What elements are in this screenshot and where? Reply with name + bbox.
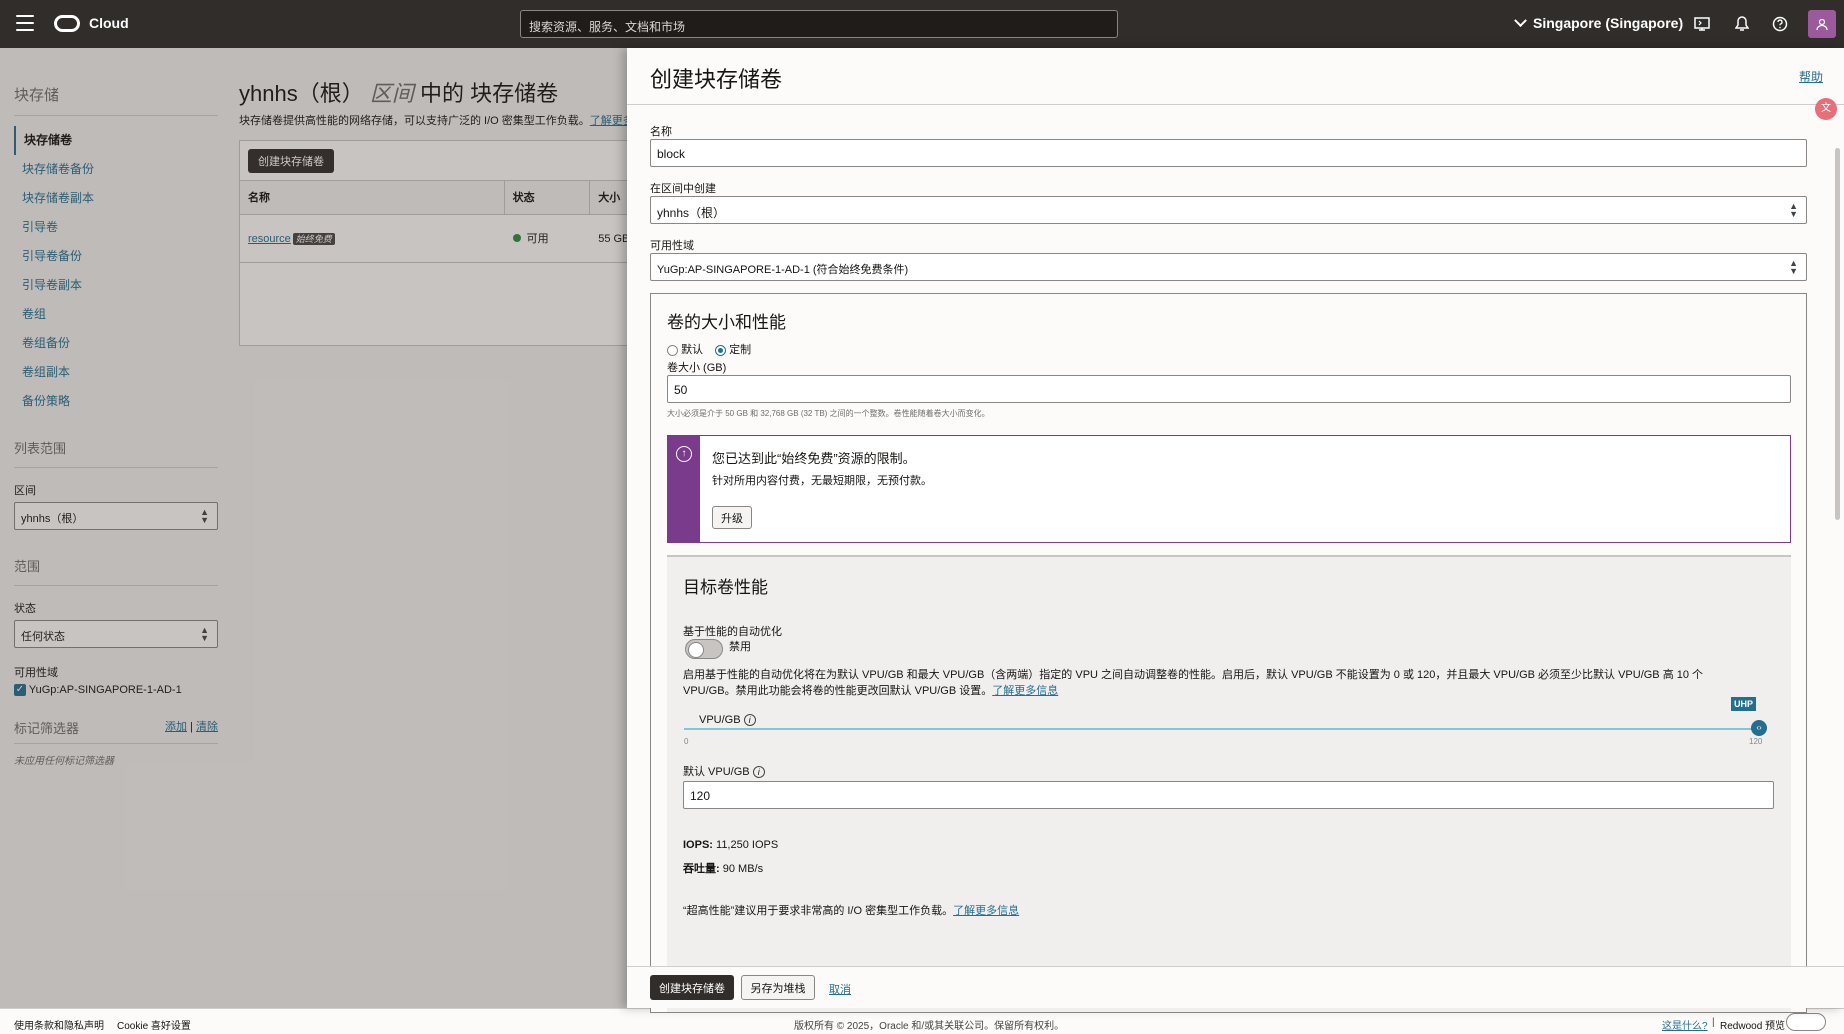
updown-icon: ▲ ▼: [1789, 258, 1798, 276]
ad-select[interactable]: YuGp:AP-SINGAPORE-1-AD-1 (符合始终免费条件) ▲ ▼: [650, 253, 1807, 281]
region-selector[interactable]: Singapore (Singapore): [1514, 13, 1684, 31]
default-vpu-input[interactable]: 120: [683, 781, 1774, 809]
slider-min: 0: [684, 737, 689, 746]
iops-line: IOPS: 11,250 IOPS: [683, 839, 778, 851]
hamburger-menu-icon[interactable]: [16, 15, 34, 31]
info-icon[interactable]: i: [752, 766, 765, 779]
vpu-slider-track[interactable]: [684, 728, 1758, 730]
oracle-logo-icon[interactable]: [54, 15, 80, 32]
search-input[interactable]: 搜索资源、服务、文档和市场: [520, 10, 1118, 38]
throughput-value: 90 MB/s: [722, 863, 764, 875]
save-as-stack-button[interactable]: 另存为堆栈: [741, 975, 815, 1000]
drawer-action-bar: 创建块存储卷 另存为堆栈 取消: [627, 966, 1844, 1008]
iops-label: IOPS:: [683, 839, 713, 851]
chevron-down-icon: [1514, 13, 1527, 27]
radio-default-label: 默认: [681, 344, 704, 356]
size-section-title: 卷的大小和性能: [667, 313, 786, 332]
create-volume-drawer: 创建块存储卷 帮助 文 名称 block 在区间中创建 yhnhs（根） ▲ ▼ 可…: [627, 48, 1844, 1013]
help-link[interactable]: 帮助: [1799, 68, 1823, 85]
compartment-label: 在区间中创建: [650, 183, 716, 195]
autotune-desc-2: VPU/GB。禁用此功能会将卷的性能更改回默认 VPU/GB 设置。: [683, 685, 993, 697]
radio-custom-icon: [715, 344, 727, 356]
radio-custom[interactable]: 定制: [715, 341, 751, 357]
cookie-link[interactable]: Cookie 喜好设置: [117, 1017, 191, 1032]
target-performance-section: 目标卷性能 基于性能的自动优化 禁用 启用基于性能的自动优化将在为默认 VPU/…: [667, 555, 1791, 1012]
translate-icon[interactable]: 文: [1815, 98, 1837, 120]
cloud-shell-icon[interactable]: [1692, 14, 1712, 34]
vpu-slider-thumb[interactable]: ‹›: [1751, 720, 1767, 736]
updown-icon: ▲ ▼: [1789, 201, 1798, 219]
redwood-label: Redwood 预览: [1720, 1021, 1786, 1032]
autotune-state: 禁用: [729, 641, 751, 653]
vpu-label-text: VPU/GB: [699, 714, 741, 726]
autotune-toggle[interactable]: [685, 639, 723, 659]
ad-value: YuGp:AP-SINGAPORE-1-AD-1 (符合始终免费条件): [657, 264, 909, 276]
size-performance-panel: 卷的大小和性能 默认 定制 卷大小 (GB) 50 大小必须是介于 50 GB …: [650, 293, 1807, 1013]
whats-this-link[interactable]: 这是什么?: [1662, 1017, 1708, 1032]
help-icon[interactable]: [1770, 14, 1790, 34]
modal-overlay[interactable]: [0, 48, 627, 1008]
create-volume-button[interactable]: 创建块存储卷: [650, 975, 734, 1000]
name-input[interactable]: block: [650, 139, 1807, 167]
ad-label: 可用性域: [650, 240, 694, 252]
default-vpu-label-text: 默认 VPU/GB: [683, 766, 750, 778]
uhp-learn-more-link[interactable]: 了解更多信息: [953, 905, 1019, 917]
drawer-title: 创建块存储卷: [650, 67, 783, 92]
notice-bar: ↑: [668, 436, 700, 542]
vpu-slider-label: VPU/GB i: [699, 714, 756, 727]
size-mode-radios: 默认 定制: [667, 341, 751, 357]
perf-title: 目标卷性能: [683, 578, 768, 597]
notice-title: 您已达到此“始终免费”资源的限制。: [712, 451, 916, 466]
autotune-description: 启用基于性能的自动优化将在为默认 VPU/GB 和最大 VPU/GB（含两端）指…: [683, 667, 1778, 699]
compartment-value: yhnhs（根）: [657, 206, 726, 220]
brand-name[interactable]: Cloud: [89, 15, 129, 31]
compartment-select[interactable]: yhnhs（根） ▲ ▼: [650, 196, 1807, 224]
autotune-learn-more-link[interactable]: 了解更多信息: [992, 685, 1058, 697]
iops-value: 11,250 IOPS: [716, 839, 779, 851]
throughput-line: 吞吐量: 90 MB/s: [683, 860, 763, 876]
divider: [627, 104, 1844, 105]
autotune-label: 基于性能的自动优化: [683, 626, 782, 638]
redwood-toggle[interactable]: [1786, 1013, 1826, 1031]
radio-custom-label: 定制: [729, 344, 752, 356]
copyright-text: 版权所有 © 2025，Oracle 和/或其关联公司。保留所有权利。: [794, 1021, 1065, 1032]
terms-link[interactable]: 使用条款和隐私声明: [14, 1017, 104, 1032]
autotune-desc-1: 启用基于性能的自动优化将在为默认 VPU/GB 和最大 VPU/GB（含两端）指…: [683, 669, 1704, 681]
cancel-link[interactable]: 取消: [829, 981, 851, 997]
info-icon[interactable]: i: [743, 714, 756, 727]
size-label: 卷大小 (GB): [667, 362, 727, 374]
region-label: Singapore (Singapore): [1533, 15, 1684, 31]
size-hint: 大小必须是介于 50 GB 和 32,768 GB (32 TB) 之间的一个整…: [667, 409, 990, 418]
uhp-note-text: “超高性能”建议用于要求非常高的 I/O 密集型工作负载。: [683, 905, 954, 917]
notice-body: 针对所用内容付费，无最短期限，无预付款。: [712, 475, 932, 487]
always-free-notice: ↑ 您已达到此“始终免费”资源的限制。 针对所用内容付费，无最短期限，无预付款。…: [667, 435, 1791, 543]
size-input[interactable]: 50: [667, 375, 1791, 403]
name-label: 名称: [650, 126, 672, 138]
arrow-up-circle-icon: ↑: [676, 446, 692, 462]
uhp-badge: UHP: [1731, 697, 1757, 711]
default-vpu-label: 默认 VPU/GB i: [683, 763, 765, 779]
upgrade-button[interactable]: 升级: [712, 506, 752, 529]
scrollbar[interactable]: [1835, 148, 1840, 520]
throughput-label: 吞吐量:: [683, 863, 720, 875]
top-bar: Cloud 搜索资源、服务、文档和市场 Singapore (Singapore…: [0, 0, 1844, 48]
radio-default[interactable]: 默认: [667, 341, 703, 357]
slider-max: 120: [1749, 737, 1763, 746]
user-avatar-icon[interactable]: [1808, 10, 1836, 38]
uhp-note: “超高性能”建议用于要求非常高的 I/O 密集型工作负载。了解更多信息: [683, 902, 1019, 918]
radio-default-icon: [667, 344, 678, 356]
bell-icon[interactable]: [1732, 14, 1752, 34]
